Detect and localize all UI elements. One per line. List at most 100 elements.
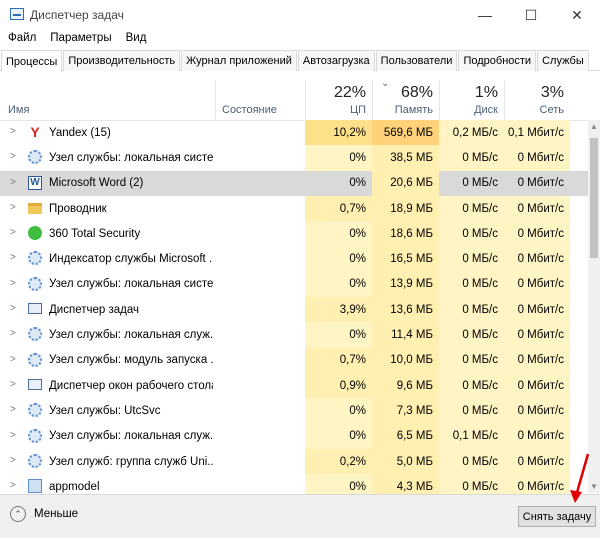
process-network: 0 Мбит/с — [517, 177, 564, 190]
process-name: Узел службы: модуль запуска ... — [49, 354, 213, 367]
gear-icon — [28, 327, 42, 342]
process-row[interactable]: > Узел службы: модуль запуска ... 0,7% 10,0… — [0, 347, 588, 373]
column-status-header[interactable]: Состояние — [215, 80, 305, 120]
expand-chevron-icon[interactable]: > — [10, 480, 16, 491]
gear-icon — [28, 428, 42, 443]
memory-column-label: Память — [394, 104, 433, 116]
maximize-button[interactable]: ☐ — [508, 0, 554, 30]
process-status — [215, 348, 305, 373]
tab-startup[interactable]: Автозагрузка — [297, 50, 375, 71]
expand-chevron-icon[interactable]: > — [10, 202, 16, 213]
process-disk: 0 МБ/с — [439, 221, 504, 247]
cpu-total-percent: 22% — [333, 84, 366, 101]
process-row[interactable]: > Узел службы: локальная служ... 0% 6,5 МБ 0… — [0, 423, 588, 449]
process-name: Диспетчер окон рабочего стола — [49, 379, 213, 392]
tab-services[interactable]: Службы — [537, 50, 589, 71]
process-memory: 20,6 МБ — [372, 170, 439, 196]
tab-processes[interactable]: Процессы — [1, 50, 63, 72]
cpu-column-label: ЦП — [349, 104, 366, 116]
process-row[interactable]: > Узел служб: группа служб Uni... 0,2% 5,0 … — [0, 448, 588, 475]
tab-app-history[interactable]: Журнал приложений — [181, 50, 297, 71]
process-network: 0 Мбит/с — [504, 347, 570, 373]
process-network: 0 Мбит/с — [504, 145, 570, 171]
task-manager-app-icon — [10, 8, 24, 20]
process-row[interactable]: > Узел службы: UtcSvc 0% 7,3 МБ 0 МБ/с 0 Мбит… — [0, 398, 588, 424]
process-row[interactable]: > W Microsoft Word (2) 0% 20,6 МБ 0 МБ/с 0 Мби… — [0, 170, 588, 196]
process-memory: 18,6 МБ — [372, 221, 439, 247]
process-disk: 0 МБ/с — [439, 271, 504, 298]
process-network: 0 Мбит/с — [504, 423, 570, 449]
process-cpu: 10,2% — [305, 120, 372, 146]
process-cpu: 0,2% — [305, 448, 372, 475]
fewer-details-button[interactable]: ⌃ Меньше — [10, 506, 78, 522]
network-column-label: Сеть — [539, 104, 564, 116]
expand-chevron-icon[interactable]: > — [10, 303, 16, 314]
process-row[interactable]: > Проводник 0,7% 18,9 МБ 0 МБ/с 0 Мбит/с — [0, 195, 588, 222]
expand-chevron-icon[interactable]: > — [10, 354, 16, 365]
process-row[interactable]: > Узел службы: локальная систе... 0% 38,5 М… — [0, 145, 588, 171]
column-name-label: Имя — [8, 104, 30, 116]
process-row[interactable]: > Узел службы: локальная систе... 0% 13,9 М… — [0, 271, 588, 298]
column-name-header[interactable]: Имя — [0, 80, 215, 120]
process-row[interactable]: > Y Yandex (15) 10,2% 569,6 МБ 0,2 МБ/с 0,1 Мб… — [0, 120, 588, 146]
menu-file[interactable]: Файл — [0, 30, 42, 50]
process-row[interactable]: > Диспетчер окон рабочего стола 0,9% 9,6 МБ… — [0, 372, 588, 399]
process-name: Проводник — [49, 202, 107, 215]
gear-icon — [28, 453, 42, 468]
column-network-header[interactable]: 3% Сеть — [504, 80, 570, 120]
end-task-button[interactable]: Снять задачу — [518, 506, 596, 527]
expand-chevron-icon[interactable]: > — [10, 379, 16, 390]
process-name: Индексатор службы Microsoft ... — [49, 253, 213, 266]
menu-view[interactable]: Вид — [118, 30, 153, 50]
expand-chevron-icon[interactable]: > — [10, 177, 16, 188]
process-status — [215, 171, 305, 196]
vertical-scrollbar[interactable]: ▲ ▼ — [588, 120, 600, 493]
process-cpu: 0% — [305, 398, 372, 424]
sort-descending-icon: ⌄ — [381, 78, 390, 89]
expand-chevron-icon[interactable]: > — [10, 455, 16, 466]
process-cpu: 0% — [305, 221, 372, 247]
process-disk: 0 МБ/с — [439, 372, 504, 399]
expand-chevron-icon[interactable]: > — [10, 328, 16, 339]
menu-options[interactable]: Параметры — [42, 30, 117, 50]
close-button[interactable]: ✕ — [554, 0, 600, 30]
process-status — [215, 145, 305, 170]
process-row[interactable]: > Диспетчер задач 3,9% 13,6 МБ 0 МБ/с 0 Мбит/… — [0, 297, 588, 323]
tab-details[interactable]: Подробности — [458, 50, 537, 71]
process-name: Yandex (15) — [49, 126, 111, 139]
process-status — [215, 373, 305, 398]
process-disk: 0 МБ/с — [439, 322, 504, 348]
minimize-button[interactable]: — — [462, 0, 508, 30]
column-cpu-header[interactable]: 22% ЦП — [305, 80, 372, 120]
scrollbar-thumb[interactable] — [590, 138, 598, 258]
expand-chevron-icon[interactable]: > — [10, 278, 16, 289]
process-name: Узел служб: группа служб Uni... — [49, 455, 213, 468]
network-total-percent: 3% — [540, 84, 564, 101]
process-network: 0 Мбит/с — [504, 221, 570, 247]
expand-chevron-icon[interactable]: > — [10, 252, 16, 263]
tab-users[interactable]: Пользователи — [375, 50, 458, 71]
process-network: 0,1 Мбит/с — [504, 120, 570, 146]
process-name: Узел службы: локальная служ... — [49, 329, 213, 342]
process-row[interactable]: > Индексатор службы Microsoft ... 0% 16,5 М… — [0, 246, 588, 272]
expand-chevron-icon[interactable]: > — [10, 430, 16, 441]
footer-bar: ⌃ Меньше Снять задачу — [0, 494, 600, 538]
scroll-up-icon[interactable]: ▲ — [590, 122, 598, 131]
column-disk-header[interactable]: 1% Диск — [439, 80, 504, 120]
process-row[interactable]: >360 Total Security 0% 18,6 МБ 0 МБ/с 0 Мбит… — [0, 221, 588, 247]
process-disk: 0 МБ/с — [439, 297, 504, 323]
process-status — [215, 424, 305, 449]
process-memory: 7,3 МБ — [372, 398, 439, 424]
process-network: 0 Мбит/с — [504, 372, 570, 399]
yandex-icon: Y — [30, 124, 40, 140]
tab-performance[interactable]: Производительность — [63, 50, 181, 71]
expand-chevron-icon[interactable]: > — [10, 151, 16, 162]
column-memory-header[interactable]: ⌄ 68% Память — [372, 78, 439, 120]
process-row[interactable]: > Узел службы: локальная служ... 0% 11,4 МБ… — [0, 322, 588, 348]
expand-chevron-icon[interactable]: > — [10, 404, 16, 415]
expand-chevron-icon[interactable]: > — [10, 227, 16, 238]
process-disk: 0 МБ/с — [439, 195, 504, 222]
expand-chevron-icon[interactable]: > — [10, 126, 16, 137]
process-network: 0 Мбит/с — [504, 297, 570, 323]
process-cpu: 0% — [305, 271, 372, 298]
